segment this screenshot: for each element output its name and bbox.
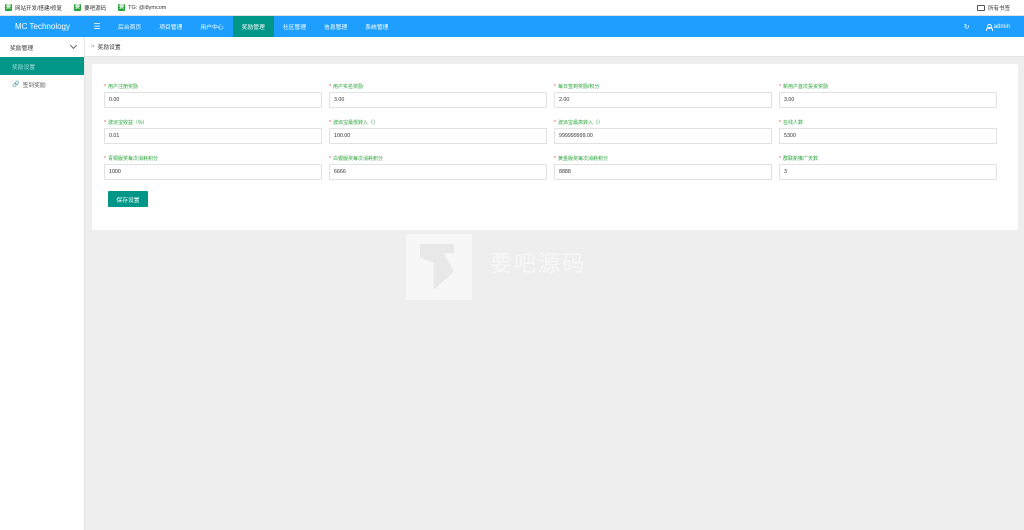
field-label: 用户注册奖励 [107,84,138,90]
field-online-count: * 在线人数 [779,119,997,144]
field-label: 群联新推广天数 [782,156,818,162]
field-first-invest: * 新用户首次投资奖励 [779,83,997,108]
bookmarks-bar: 要 网站开发/搭建/修复 要 要吧源码 要 TG: @i8ymcom 所有书签 [0,0,1024,16]
field-label: 白银版奖每次消耗积分 [332,156,383,162]
required-mark: * [329,120,331,126]
top-header: MC Technology ☰ 后台首页 项目管理 用户中心 奖励管理 社区管理… [0,16,1024,37]
watermark: 要吧源码 [406,234,616,300]
user-icon [985,23,993,31]
field-label: 在线人数 [782,120,803,126]
nav-system[interactable]: 系统管理 [356,16,397,37]
silver-cost-input[interactable] [329,164,547,180]
menu-toggle-icon[interactable]: ☰ [85,16,109,37]
max-transfer-input[interactable] [554,128,772,144]
field-label: 青铜版奖每次消耗积分 [107,156,158,162]
bookmark-label: TG: @i8ymcom [128,4,167,11]
required-mark: * [779,120,781,126]
field-register-reward: * 用户注册奖励 [104,83,322,108]
min-transfer-input[interactable] [329,128,547,144]
required-mark: * [329,84,331,90]
all-bookmarks-label: 所有书签 [987,6,1010,12]
nav-projects[interactable]: 项目管理 [150,16,191,37]
nav-rewards[interactable]: 奖励管理 [232,16,274,37]
first-invest-input[interactable] [779,92,997,108]
nav-community[interactable]: 社区管理 [274,16,315,37]
app-logo[interactable]: MC Technology [0,16,85,37]
telegram-icon: 要 [118,4,126,11]
nav-users[interactable]: 用户中心 [191,16,232,37]
sidebar-group-label: 奖励管理 [10,45,34,52]
username: admin [993,23,1010,30]
gold-cost-input[interactable] [554,164,772,180]
bookmark-0[interactable]: 要 网站开发/搭建/修复 [5,4,62,12]
watermark-logo-icon [406,234,472,300]
sidebar-item-label: 奖励设置 [12,64,36,71]
nav-dashboard[interactable]: 后台首页 [109,16,150,37]
refresh-icon[interactable]: ↻ [956,16,978,37]
field-label: 每日签到奖励/积分 [557,84,600,90]
bronze-cost-input[interactable] [104,164,322,180]
required-mark: * [104,156,106,162]
required-mark: * [329,156,331,162]
field-label: 波派宝收益（%） [107,120,148,126]
required-mark: * [104,120,106,126]
required-mark: * [779,156,781,162]
field-min-transfer: * 波派宝最低转入（） [329,119,547,144]
site-dev-icon: 要 [5,4,12,11]
field-label: 波派宝最高转入（） [557,120,603,126]
folder-icon [976,5,985,11]
bookmark-label: 网站开发/搭建/修复 [15,5,63,12]
field-daily-checkin: * 每日签到奖励/积分 [554,83,772,108]
field-label: 用户实名奖励 [332,84,363,90]
required-mark: * [104,84,106,90]
breadcrumb-current: 奖励设置 [97,45,121,51]
yield-rate-input[interactable] [104,128,322,144]
user-menu[interactable]: admin [978,16,1024,37]
register-reward-input[interactable] [104,92,322,108]
chevron-down-icon [69,41,78,50]
save-settings-button[interactable]: 保存设置 [108,191,148,207]
sidebar-item-label: 签到奖励 [22,82,46,89]
breadcrumb: > 奖励设置 [85,37,1024,57]
sidebar: 奖励管理 奖励设置 🔗 签到奖励 [0,37,85,530]
bookmark-label: 要吧源码 [84,5,107,12]
field-label: 黄金版奖每次消耗积分 [557,156,608,162]
sidebar-group-rewards[interactable]: 奖励管理 [0,37,84,57]
sidebar-item-reward-settings[interactable]: 奖励设置 [0,57,84,75]
required-mark: * [554,156,556,162]
required-mark: * [554,84,556,90]
all-bookmarks[interactable]: 所有书签 [976,0,1010,16]
link-icon: 🔗 [12,81,20,88]
field-label: 新用户首次投资奖励 [782,84,828,90]
nav-messages[interactable]: 信息管理 [315,16,356,37]
promo-days-input[interactable] [779,164,997,180]
realname-reward-input[interactable] [329,92,547,108]
daily-checkin-input[interactable] [554,92,772,108]
field-yield-rate: * 波派宝收益（%） [104,119,322,144]
online-count-input[interactable] [779,128,997,144]
header-right: ↻ admin [956,16,1024,37]
settings-form-card: *用户注册奖励 *用户实名奖励 *每日签到奖励/积分 *新用户首次投资奖励 *波… [92,64,1018,230]
bookmark-2[interactable]: 要 TG: @i8ymcom [118,4,166,11]
field-max-transfer: * 波派宝最高转入（） [554,119,772,144]
field-bronze-cost: * 青铜版奖每次消耗积分 [104,155,322,180]
field-gold-cost: * 黄金版奖每次消耗积分 [554,155,772,180]
bookmark-1[interactable]: 要 要吧源码 [74,4,106,12]
field-label: 波派宝最低转入（） [332,120,378,126]
breadcrumb-separator-icon: > [91,43,95,50]
sidebar-item-checkin-reward[interactable]: 🔗 签到奖励 [0,75,84,93]
top-nav: 后台首页 项目管理 用户中心 奖励管理 社区管理 信息管理 系统管理 [109,16,397,37]
field-silver-cost: * 白银版奖每次消耗积分 [329,155,547,180]
required-mark: * [779,84,781,90]
watermark-text: 要吧源码 [490,252,587,277]
field-realname-reward: * 用户实名奖励 [329,83,547,108]
required-mark: * [554,120,556,126]
field-promo-days: * 群联新推广天数 [779,155,997,180]
site-icon: 要 [74,4,82,11]
